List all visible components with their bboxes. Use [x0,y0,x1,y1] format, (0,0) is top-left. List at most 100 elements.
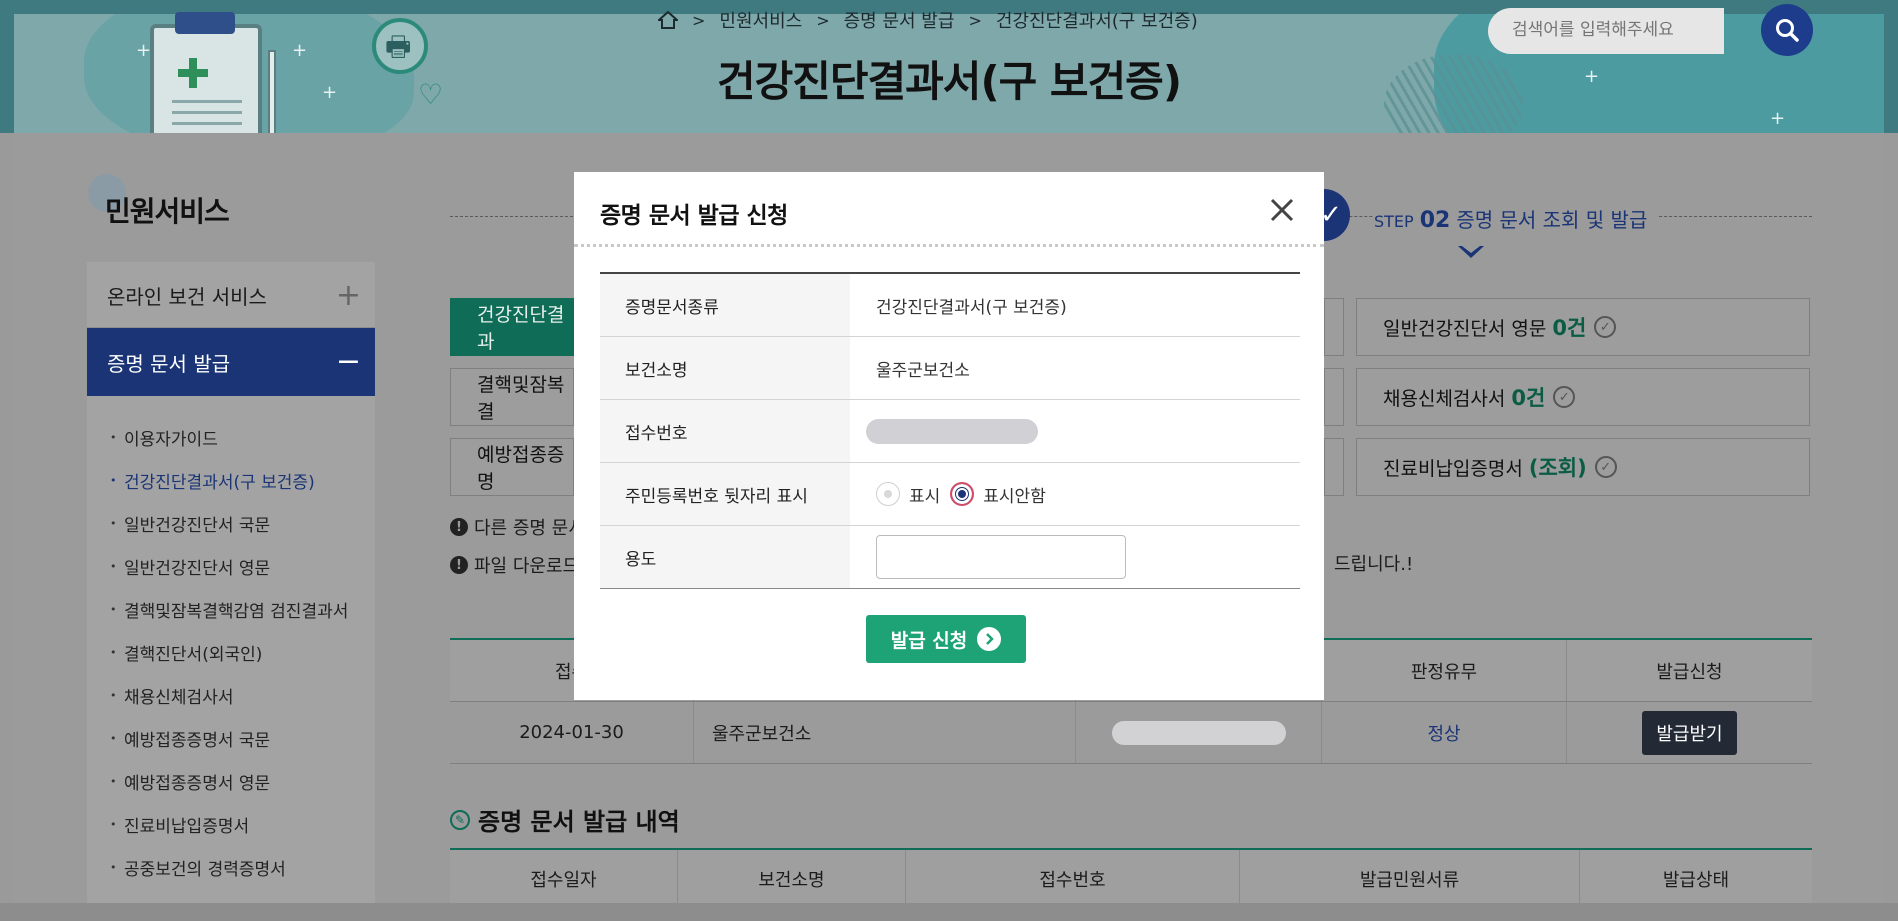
center-value: 울주군보건소 [876,360,970,381]
breadcrumb-separator: > [968,10,982,30]
column-header: 발급민원서류 [1240,850,1580,907]
table-header: 접수일자 보건소명 접수번호 발급민원서류 발급상태 [450,850,1812,908]
submit-request-button[interactable]: 발급 신청 [866,615,1026,663]
row-date: 2024-01-30 [450,702,694,763]
table-row: 2024-01-30 울주군보건소 정상 발급받기 [450,702,1812,764]
issue-button[interactable]: 발급받기 [1642,710,1737,755]
form-label: 보건소명 [600,337,850,399]
sidebar-item-label: 증명 문서 발급 [107,351,231,376]
close-button[interactable] [1264,192,1300,228]
column-header: 발급신청 [1656,661,1723,683]
check-icon: ✓ [1594,456,1617,478]
notice-line: ! 파일 다운로드 [450,552,579,578]
breadcrumb-item[interactable]: 증명 문서 발급 [844,7,955,33]
step-caret-icon [1458,246,1484,258]
doc-button-edge[interactable] [1324,368,1344,426]
check-icon: ✓ [1594,316,1617,338]
breadcrumb-item[interactable]: 건강진단결과서(구 보건증) [996,7,1198,33]
rrn-options: 표시 표시안함 [850,463,1300,525]
column-header: 발급상태 [1662,869,1730,891]
pencil-icon: ✎ [450,809,470,830]
row-judgement: 정상 [1322,702,1567,763]
notice-line: ! 다른 증명 문서 [450,514,585,540]
search-button[interactable] [1761,4,1813,56]
sidebar-subitem[interactable]: • 공중보건의 경력증명서 [110,846,380,889]
clipboard-clip [175,12,235,34]
form-row-rrn-display: 주민등록번호 뒷자리 표시 표시 표시안함 [600,463,1300,526]
receipt-value [850,400,1300,462]
sidebar-subitem[interactable]: • 결핵및잠복결핵감염 검진결과서 [110,588,380,631]
form-label: 접수번호 [600,400,850,462]
form-label: 용도 [600,526,850,588]
minus-icon: − [335,344,361,379]
modal-title: 증명 문서 발급 신청 [600,203,788,229]
doc-button-general-english[interactable]: 일반건강진단서 영문 0건 ✓ [1356,298,1810,356]
column-header: 판정유무 [1322,640,1567,701]
modal-divider [574,244,1324,247]
sidebar-subitem[interactable]: • 예방접종증명서 국문 [110,717,380,760]
breadcrumb-item[interactable]: 민원서비스 [719,7,802,33]
form-row-center: 보건소명 울주군보건소 [600,337,1300,400]
sidebar-title: 민원서비스 [105,195,230,228]
sidebar-subitem[interactable]: • 진료비납입증명서 [110,803,380,846]
sidebar-subitem-current[interactable]: • 건강진단결과서(구 보건증) [110,459,380,502]
header-banner: ♡ + + + + + > 민원서비스 > 증명 문서 발급 > 건강진단결과서… [0,0,1898,133]
page-bottom-edge [0,903,1898,921]
purpose-input[interactable] [876,535,1126,579]
form-row-purpose: 용도 [600,526,1300,589]
sidebar-subitem[interactable]: • 일반건강진단서 국문 [110,502,380,545]
masked-value [866,418,1038,444]
sidebar-submenu: • 이용자가이드 • 건강진단결과서(구 보건증) • 일반건강진단서 국문 • 일반건… [110,416,380,921]
issue-request-modal: 증명 문서 발급 신청 증명문서종류 건강진단결과서(구 보건증) 보건소명 울… [574,172,1324,700]
sidebar-subitem[interactable]: • 결핵진단서(외국인) [110,631,380,674]
sparkle-icon: + [1770,108,1786,129]
doc-button-tb[interactable]: 결핵및잠복결 [450,368,574,426]
arrow-right-icon [977,627,1002,651]
info-icon: ! [450,556,468,574]
sidebar-subitem[interactable]: • 예방접종증명서 영문 [110,760,380,803]
doc-button-health-result[interactable]: 건강진단결과 [450,298,574,356]
column-header: 접수일자 [450,850,678,907]
step-2-label: STEP 02 증명 문서 조회 및 발급 [1374,204,1658,233]
sidebar-item-label: 온라인 보건 서비스 [107,285,267,309]
purpose-cell [850,526,1300,588]
breadcrumb-separator: > [692,10,706,30]
radio-hide[interactable]: 표시안함 [950,482,1046,507]
masked-value [1111,720,1286,745]
history-section-title: ✎ 증명 문서 발급 내역 [450,802,680,837]
form-label: 증명문서종류 [600,274,850,336]
doc-button-vaccination[interactable]: 예방접종증명 [450,438,574,496]
sidebar-subitem[interactable]: • 일반건강진단서 영문 [110,545,380,588]
rrn-radio-group: 표시 표시안함 [876,482,1046,507]
info-icon: ! [450,518,468,536]
home-icon[interactable] [658,11,678,29]
plus-icon: + [335,277,361,313]
form-row-doc-type: 증명문서종류 건강진단결과서(구 보건증) [600,274,1300,337]
column-header: 접수번호 [906,850,1240,907]
sidebar-item-online-health[interactable]: 온라인 보건 서비스 + [87,264,375,328]
search-icon [1776,19,1799,42]
doc-button-medical-payment[interactable]: 진료비납입증명서 (조회) ✓ [1356,438,1810,496]
close-icon [1270,198,1294,222]
form-row-receipt: 접수번호 [600,400,1300,463]
row-receipt [1076,702,1322,763]
form-label: 주민등록번호 뒷자리 표시 [600,463,850,525]
page-title: 건강진단결과서(구 보건증) [716,57,1182,106]
radio-dot-checked[interactable] [950,482,975,506]
sidebar-item-certificates[interactable]: 증명 문서 발급 − [87,328,375,396]
doc-button-edge[interactable] [1324,298,1344,356]
radio-dot[interactable] [876,482,900,506]
doc-button-edge[interactable] [1324,438,1344,496]
row-center: 울주군보건소 [694,702,1076,763]
row-action: 발급받기 [1567,702,1812,763]
breadcrumb-separator: > [816,10,830,30]
breadcrumb: > 민원서비스 > 증명 문서 발급 > 건강진단결과서(구 보건증) [658,8,1198,32]
sidebar-subitem[interactable]: • 이용자가이드 [110,416,380,459]
sidebar-subitem[interactable]: • 채용신체검사서 [110,674,380,717]
search-input[interactable] [1512,16,1702,44]
request-form: 증명문서종류 건강진단결과서(구 보건증) 보건소명 울주군보건소 접수번호 주… [600,272,1300,589]
doc-button-employment[interactable]: 채용신체검사서 0건 ✓ [1356,368,1810,426]
radio-show[interactable]: 표시 [876,482,940,507]
history-table: 접수일자 보건소명 접수번호 발급민원서류 발급상태 [450,848,1812,908]
check-icon: ✓ [1553,386,1576,408]
